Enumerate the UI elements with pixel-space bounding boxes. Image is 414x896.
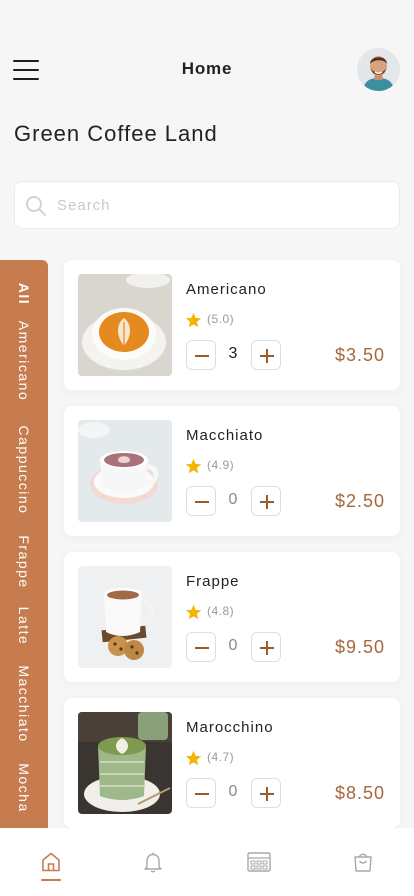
menu-board-icon <box>247 852 271 872</box>
nav-notifications[interactable] <box>113 828 193 896</box>
increase-quantity-button[interactable] <box>251 486 281 516</box>
category-cappuccino[interactable]: Cappuccino <box>16 426 32 515</box>
star-icon <box>185 312 202 328</box>
increase-quantity-button[interactable] <box>251 778 281 808</box>
category-frappe[interactable]: Frappe <box>16 535 32 588</box>
decrease-quantity-button[interactable] <box>186 778 216 808</box>
decrease-quantity-button[interactable] <box>186 340 216 370</box>
bottom-navigation <box>0 828 414 896</box>
category-americano[interactable]: Americano <box>16 321 32 401</box>
product-image-marocchino[interactable] <box>78 712 172 814</box>
product-price: $2.50 <box>334 491 385 511</box>
product-price: $8.50 <box>334 783 385 803</box>
product-card-frappe[interactable]: Frappe (4.8) 0 $9.50 <box>64 552 400 682</box>
category-all[interactable]: All <box>16 283 32 305</box>
page-title: Home <box>181 59 233 78</box>
shopping-bag-icon <box>354 853 372 872</box>
nav-menu-board[interactable] <box>218 828 298 896</box>
product-rating: (4.8) <box>207 604 235 618</box>
product-name: Marocchino <box>186 719 274 736</box>
product-card-americano[interactable]: Americano (5.0) 3 $3.50 <box>64 260 400 390</box>
product-name: Americano <box>186 281 267 298</box>
user-avatar[interactable] <box>357 48 400 91</box>
category-macchiato[interactable]: Macchiato <box>16 665 32 742</box>
nav-home[interactable] <box>11 828 91 896</box>
store-title: Green Coffee Land <box>14 121 218 146</box>
star-icon <box>185 750 202 766</box>
decrease-quantity-button[interactable] <box>186 632 216 662</box>
product-rating: (4.7) <box>207 750 235 764</box>
product-name: Macchiato <box>186 427 264 444</box>
quantity-value: 3 <box>228 345 238 362</box>
increase-quantity-button[interactable] <box>251 340 281 370</box>
star-icon <box>185 604 202 620</box>
active-tab-indicator <box>41 879 61 881</box>
search-box <box>14 181 400 229</box>
star-icon <box>185 458 202 474</box>
category-latte[interactable]: Latte <box>16 607 32 646</box>
search-icon <box>26 196 46 216</box>
quantity-value: 0 <box>228 783 238 800</box>
bell-icon <box>144 852 162 873</box>
product-image-macchiato[interactable] <box>78 420 172 522</box>
product-price: $9.50 <box>334 637 385 657</box>
product-card-macchiato[interactable]: Macchiato (4.9) 0 $2.50 <box>64 406 400 536</box>
decrease-quantity-button[interactable] <box>186 486 216 516</box>
product-name: Frappe <box>186 573 240 590</box>
product-image-americano[interactable] <box>78 274 172 376</box>
product-image-frappe[interactable] <box>78 566 172 668</box>
quantity-value: 0 <box>228 637 238 654</box>
search-input[interactable] <box>57 182 387 228</box>
category-sidebar: All Americano Cappuccino Frappe Latte Ma… <box>0 260 48 828</box>
product-rating: (4.9) <box>207 458 235 472</box>
home-icon <box>42 852 60 872</box>
nav-cart[interactable] <box>323 828 403 896</box>
category-mocha[interactable]: Mocha <box>16 763 32 813</box>
increase-quantity-button[interactable] <box>251 632 281 662</box>
quantity-value: 0 <box>228 491 238 508</box>
top-bar: Home <box>0 44 414 94</box>
product-price: $3.50 <box>334 345 385 365</box>
product-card-marocchino[interactable]: Marocchino (4.7) 0 $8.50 <box>64 698 400 828</box>
product-rating: (5.0) <box>207 312 235 326</box>
